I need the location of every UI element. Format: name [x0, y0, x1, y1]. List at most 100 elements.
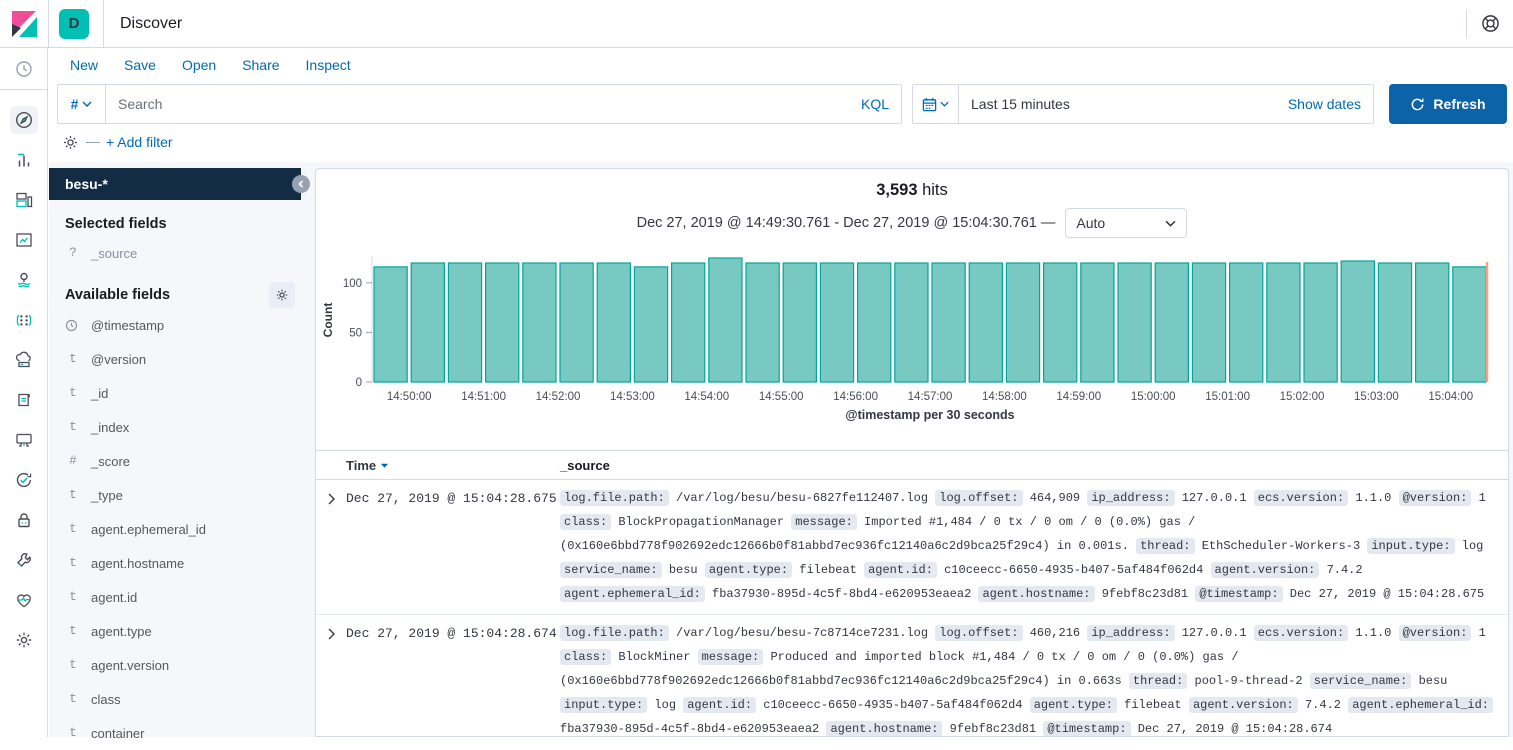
svg-text:50: 50 [349, 327, 362, 339]
svg-text:@timestamp per 30 seconds: @timestamp per 30 seconds [845, 408, 1014, 422]
rail-item-logs[interactable] [0, 380, 47, 420]
field-item-index[interactable]: t_index [49, 410, 301, 444]
rail-item-uptime[interactable] [0, 460, 47, 500]
index-pattern-header[interactable]: besu-* [49, 168, 301, 200]
refresh-icon [1410, 97, 1425, 112]
rail-item-maps[interactable] [0, 260, 47, 300]
field-type-icon: t [65, 352, 81, 366]
time-column-label: Time [346, 458, 376, 473]
field-item-agentephemeralid[interactable]: tagent.ephemeral_id [49, 512, 301, 546]
filter-settings-gear-icon[interactable] [58, 130, 82, 154]
field-name: _id [91, 386, 108, 401]
field-key-badge: input.type: [560, 697, 647, 713]
field-item-agentversion[interactable]: tagent.version [49, 648, 301, 682]
svg-text:14:58:00: 14:58:00 [982, 391, 1027, 403]
app-rail [0, 48, 48, 737]
svg-text:15:02:00: 15:02:00 [1280, 391, 1325, 403]
menu-item-share[interactable]: Share [242, 57, 279, 73]
field-key-badge: agent.type: [1030, 697, 1117, 713]
rail-item-dev-tools[interactable] [0, 540, 47, 580]
field-settings-gear-icon[interactable] [269, 282, 295, 308]
menu-item-save[interactable]: Save [124, 57, 156, 73]
rail-item-siem[interactable] [0, 500, 47, 540]
svg-text:Count: Count [321, 303, 335, 338]
query-bar: # KQL Last 15 minutes Show dates [57, 84, 1507, 124]
field-item-source[interactable]: ?_source [49, 236, 301, 270]
svg-text:14:50:00: 14:50:00 [387, 391, 432, 403]
expand-row-chevron-icon[interactable] [316, 480, 346, 510]
field-type-icon: # [65, 454, 81, 468]
field-item-type[interactable]: t_type [49, 478, 301, 512]
rail-item-discover[interactable] [0, 100, 47, 140]
chevron-down-icon [1165, 220, 1176, 227]
show-dates-button[interactable]: Show dates [1288, 96, 1361, 112]
svg-text:14:53:00: 14:53:00 [610, 391, 655, 403]
table-row: Dec 27, 2019 @ 15:04:28.675log.file.path… [316, 480, 1508, 615]
siem-icon [14, 510, 34, 530]
rail-item-dashboard[interactable] [0, 180, 47, 220]
search-input[interactable] [106, 96, 849, 112]
field-type-icon: t [65, 522, 81, 536]
uptime-icon [14, 470, 34, 490]
menu-item-open[interactable]: Open [182, 57, 216, 73]
expand-row-chevron-icon[interactable] [316, 615, 346, 645]
kibana-logo[interactable] [0, 0, 48, 47]
menu-item-inspect[interactable]: Inspect [306, 57, 351, 73]
svg-text:14:51:00: 14:51:00 [461, 391, 506, 403]
field-key-badge: log.file.path: [560, 490, 669, 506]
field-item-timestamp[interactable]: @timestamp [49, 308, 301, 342]
rail-item-canvas[interactable] [0, 220, 47, 260]
menu-item-new[interactable]: New [70, 57, 98, 73]
field-item-class[interactable]: tclass [49, 682, 301, 716]
collapse-sidebar-button[interactable] [292, 175, 310, 193]
field-key-badge: agent.version: [1189, 697, 1298, 713]
hits-number: 3,593 [876, 181, 917, 199]
field-key-badge: @version: [1399, 490, 1472, 506]
rail-item-visualize[interactable] [0, 140, 47, 180]
svg-text:14:57:00: 14:57:00 [908, 391, 953, 403]
calendar-button[interactable] [913, 85, 959, 123]
field-key-badge: agent.hostname: [826, 721, 942, 737]
histogram-chart[interactable]: 050100Count14:50:0014:51:0014:52:0014:53… [316, 248, 1508, 440]
page-title: Discover [120, 15, 182, 33]
field-item-id[interactable]: t_id [49, 376, 301, 410]
field-key-badge: thread: [1136, 538, 1194, 554]
field-item-agenthostname[interactable]: tagent.hostname [49, 546, 301, 580]
field-item-agentid[interactable]: tagent.id [49, 580, 301, 614]
dev-tools-icon [14, 550, 34, 570]
filter-dash [86, 142, 100, 143]
sort-time-header[interactable]: Time [346, 458, 560, 473]
field-name: @timestamp [91, 318, 164, 333]
query-language-toggle[interactable]: # [58, 85, 106, 123]
add-filter-link[interactable]: + Add filter [106, 134, 173, 150]
fields-sidebar: besu-* Selected fields ?_source Availabl… [49, 168, 315, 737]
help-icon[interactable] [1467, 0, 1513, 47]
rail-item-recently-viewed[interactable] [0, 48, 47, 90]
selected-fields-heading: Selected fields [65, 216, 301, 232]
field-item-score[interactable]: #_score [49, 444, 301, 478]
dashboard-icon [14, 190, 34, 210]
field-item-version[interactable]: t@version [49, 342, 301, 376]
header-divider [48, 0, 49, 47]
field-name: class [91, 692, 121, 707]
rail-item-management[interactable] [0, 620, 47, 660]
field-item-container[interactable]: tcontainer [49, 716, 301, 750]
field-type-icon: t [65, 658, 81, 672]
rail-item-metrics[interactable] [0, 340, 47, 380]
machine-learning-icon [14, 310, 34, 330]
rail-item-apm[interactable] [0, 420, 47, 460]
hash-icon: # [71, 96, 79, 112]
field-key-badge: @timestamp: [1195, 586, 1282, 602]
rail-item-stack-monitoring[interactable] [0, 580, 47, 620]
refresh-button[interactable]: Refresh [1389, 84, 1507, 124]
calendar-icon [922, 97, 937, 112]
field-item-agenttype[interactable]: tagent.type [49, 614, 301, 648]
row-time: Dec 27, 2019 @ 15:04:28.675 [346, 480, 560, 614]
field-key-badge: log.file.path: [560, 625, 669, 641]
field-key-badge: agent.type: [705, 562, 792, 578]
kql-button[interactable]: KQL [849, 96, 901, 112]
time-range-field[interactable]: Last 15 minutes Show dates [959, 85, 1373, 123]
interval-select[interactable]: Auto [1065, 208, 1187, 238]
rail-item-machine-learning[interactable] [0, 300, 47, 340]
visualize-icon [14, 150, 34, 170]
